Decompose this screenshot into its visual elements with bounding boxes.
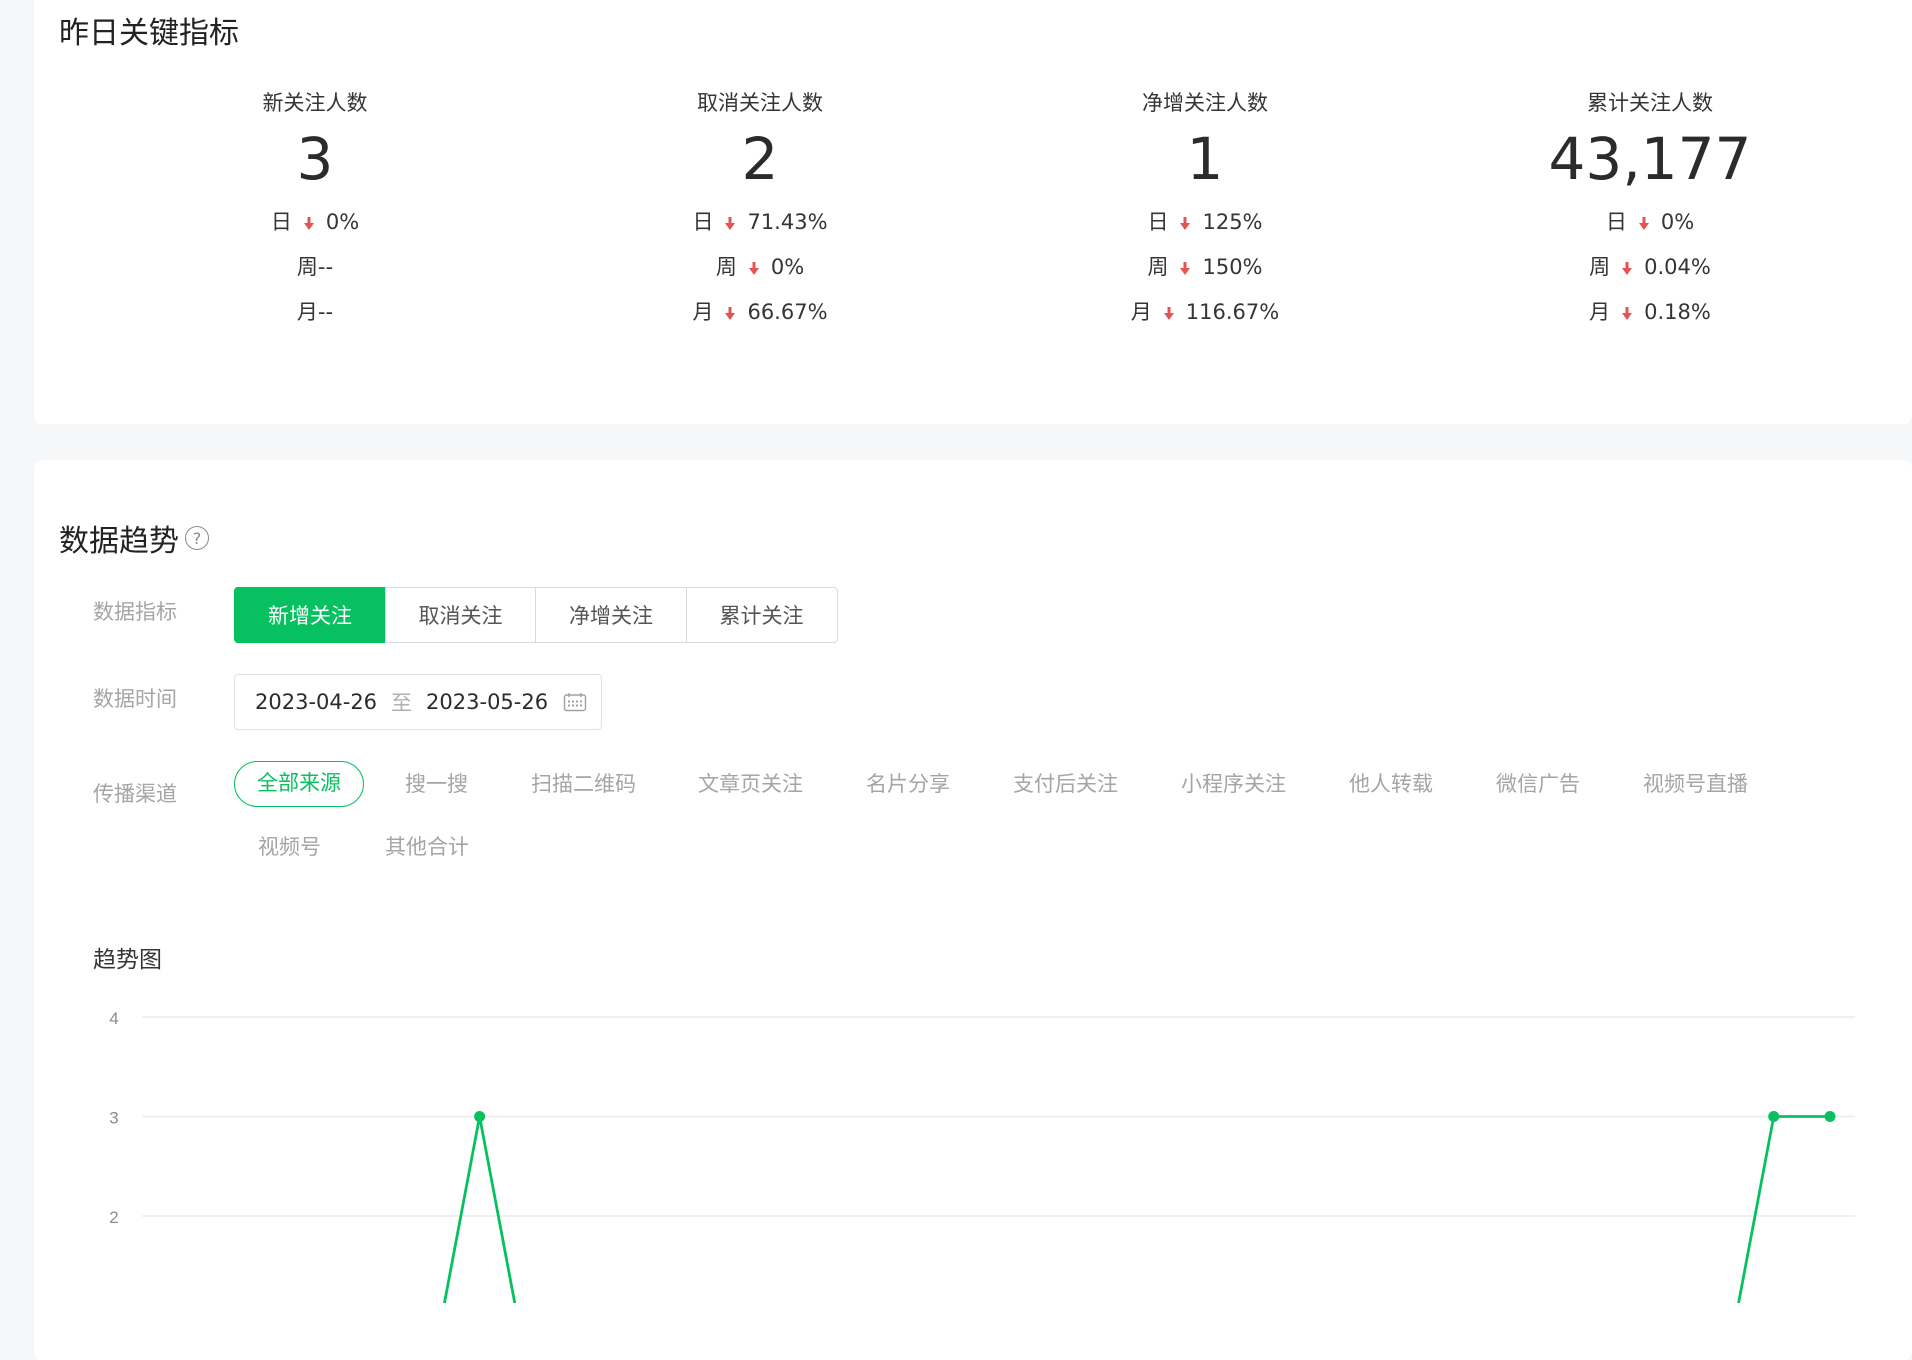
y-tick-label: 3 xyxy=(109,1109,118,1128)
series-line xyxy=(443,1115,1830,1303)
y-tick-label: 4 xyxy=(109,1009,118,1028)
data-point[interactable] xyxy=(1768,1111,1780,1122)
data-point[interactable] xyxy=(474,1111,486,1122)
y-tick-label: 2 xyxy=(109,1208,118,1227)
trend-line-chart: 4 3 2 xyxy=(109,1009,1855,1303)
data-point[interactable] xyxy=(1824,1111,1836,1122)
